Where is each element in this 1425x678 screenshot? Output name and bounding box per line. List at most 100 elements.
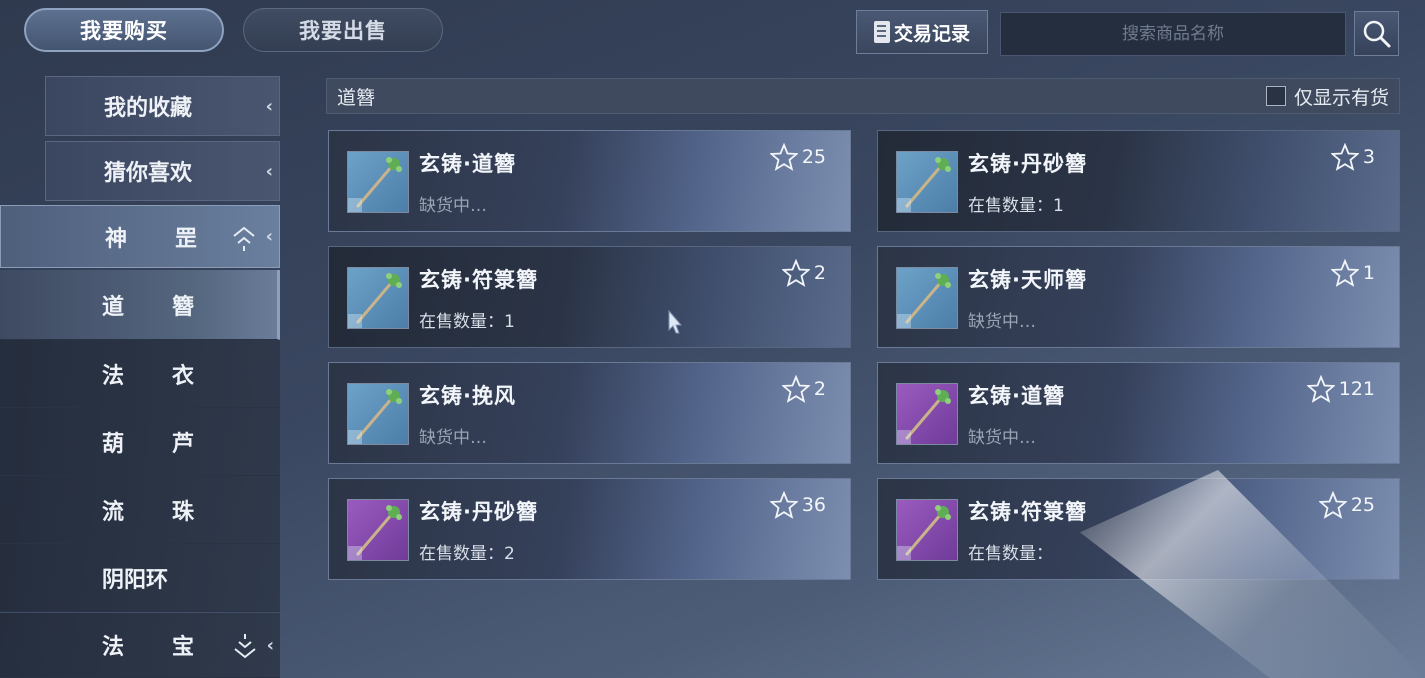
sidebar-item-liuzhu[interactable]: 流珠 [0,476,280,544]
sell-tab-label: 我要出售 [299,19,387,43]
item-status: 缺货中… [419,428,487,448]
item-name: 玄铸·道簪 [419,152,516,176]
favorite-count: 3 [1362,146,1375,168]
item-card[interactable]: 玄铸·丹砂簪在售数量：1 3 [877,130,1400,232]
item-name: 玄铸·道簪 [968,384,1065,408]
search-button[interactable] [1354,11,1399,56]
item-thumbnail [347,499,409,561]
sidebar-item-label: 罡 [175,226,198,252]
search-input[interactable] [1000,12,1346,56]
cursor-icon [668,310,682,334]
item-status: 缺货中… [968,428,1036,448]
chevron-left-icon: ‹ [265,160,273,182]
section-header: 道簪 仅显示有货 [326,78,1400,114]
item-thumbnail [896,499,958,561]
item-card[interactable]: 玄铸·丹砂簪在售数量：2 36 [328,478,851,580]
favorite-button[interactable]: 25 [769,143,826,171]
item-card[interactable]: 玄铸·符箓簪 在售数量：1 2 [328,246,851,348]
favorite-count: 25 [1350,494,1375,516]
sidebar-item-label: 芦 [172,431,195,457]
favorite-count: 36 [801,494,826,516]
hairpin-icon [348,389,402,444]
favorite-button[interactable]: 25 [1318,491,1375,519]
item-thumbnail [896,151,958,213]
sidebar-item-label: 珠 [172,499,195,525]
sidebar-item-daozan[interactable]: 道簪 [0,270,280,340]
chevron-left-icon: ‹ [265,95,273,117]
star-icon [769,143,798,171]
star-icon [781,259,810,287]
favorite-button[interactable]: 2 [781,259,826,287]
category-sidebar: 我的收藏 ‹ 猜你喜欢 ‹ 神罡 ‹ 道簪 法衣 葫芦 流珠 阴阳环 法宝 ‹ [0,76,282,678]
item-status: 在售数量：1 [968,196,1064,216]
sidebar-item-label: 簪 [172,294,195,320]
trade-records-button[interactable]: 交易记录 [856,10,988,54]
item-thumbnail [896,383,958,445]
item-name: 玄铸·挽风 [419,384,516,408]
favorite-count: 2 [813,378,826,400]
sidebar-group-fabao[interactable]: 法 宝 ‹ [0,613,280,678]
star-icon [1330,143,1359,171]
section-title: 道簪 [337,86,376,109]
favorite-button[interactable]: 121 [1306,375,1375,403]
star-icon [769,491,798,519]
sidebar-item-yinyanghuan[interactable]: 阴阳环 [0,544,280,612]
item-thumbnail [896,267,958,329]
in-stock-filter[interactable]: 仅显示有货 [1265,83,1389,110]
item-card[interactable]: 玄铸·挽风缺货中… 2 [328,362,851,464]
sidebar-item-label: 法 [102,363,125,389]
chevron-left-icon: ‹ [265,226,273,247]
item-name: 玄铸·丹砂簪 [968,152,1087,176]
sidebar-item-label: 衣 [172,363,195,389]
hairpin-icon [897,505,951,560]
item-status: 在售数量：2 [419,544,515,564]
favorite-button[interactable]: 2 [781,375,826,403]
favorite-count: 25 [801,146,826,168]
sidebar-item-label: 宝 [172,635,195,660]
expand-down-icon [234,634,256,659]
sidebar-item-label: 葫 [102,431,125,457]
sidebar-item-favorites[interactable]: 我的收藏 ‹ [45,76,280,136]
favorite-button[interactable]: 1 [1330,259,1375,287]
item-card[interactable]: 玄铸·符箓簪 在售数量： 25 [877,478,1400,580]
item-card[interactable]: 玄铸·道簪 缺货中… 25 [328,130,851,232]
favorite-count: 121 [1338,378,1375,400]
buy-tab-label: 我要购买 [80,19,168,43]
sidebar-item-label: 猜你喜欢 [104,161,193,186]
sidebar-item-label: 神 [105,226,128,252]
favorite-button[interactable]: 3 [1330,143,1375,171]
star-icon [781,375,810,403]
trade-records-label: 交易记录 [893,22,970,45]
search-icon [1363,20,1390,47]
favorite-count: 2 [813,262,826,284]
hairpin-icon [897,157,951,212]
scroll-icon [873,21,890,43]
item-thumbnail [347,151,409,213]
star-icon [1318,491,1347,519]
hairpin-icon [348,505,402,560]
item-thumbnail [347,383,409,445]
hairpin-icon [897,273,951,328]
item-status: 在售数量：1 [419,312,515,332]
sidebar-item-recommend[interactable]: 猜你喜欢 ‹ [45,141,280,201]
sidebar-item-label: 阴阳环 [102,567,169,593]
sidebar-item-fayi[interactable]: 法衣 [0,340,280,408]
item-name: 玄铸·丹砂簪 [419,500,538,524]
collapse-up-icon [233,226,255,251]
hairpin-icon [897,389,951,444]
hairpin-icon [348,273,402,328]
item-card[interactable]: 玄铸·道簪缺货中… 121 [877,362,1400,464]
in-stock-label: 仅显示有货 [1293,86,1389,109]
sell-tab-button[interactable]: 我要出售 [243,8,443,52]
in-stock-checkbox[interactable] [1265,86,1286,106]
item-thumbnail [347,267,409,329]
sidebar-item-label: 我的收藏 [104,96,193,121]
sidebar-group-shengang[interactable]: 神 罡 ‹ [0,205,280,268]
item-card[interactable]: 玄铸·天师簪 缺货中… 1 [877,246,1400,348]
favorite-count: 1 [1362,262,1375,284]
favorite-button[interactable]: 36 [769,491,826,519]
sidebar-item-label: 法 [102,635,125,660]
sidebar-item-hulu[interactable]: 葫芦 [0,408,280,476]
buy-tab-button[interactable]: 我要购买 [24,8,224,52]
sidebar-item-label: 道 [102,294,125,320]
